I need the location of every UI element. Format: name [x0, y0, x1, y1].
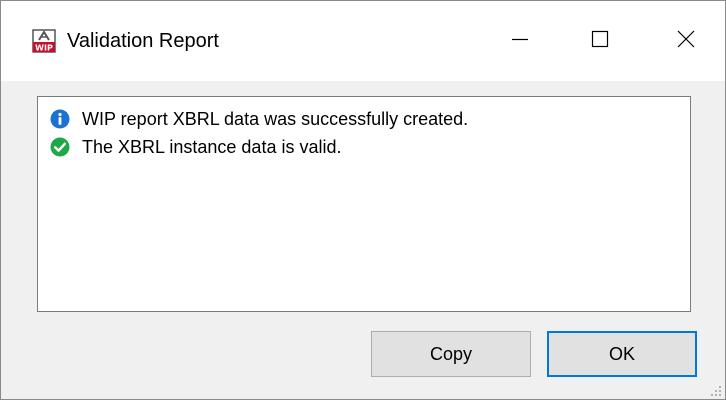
minimize-button[interactable] [497, 19, 543, 63]
info-icon [50, 109, 70, 129]
maximize-icon [590, 29, 610, 54]
ok-button[interactable]: OK [547, 331, 697, 377]
message-text: The XBRL instance data is valid. [82, 136, 342, 157]
message-list[interactable]: WIP report XBRL data was successfully cr… [37, 96, 691, 312]
copy-button[interactable]: Copy [371, 331, 531, 377]
list-item[interactable]: WIP report XBRL data was successfully cr… [50, 107, 468, 131]
window-title: Validation Report [67, 30, 219, 52]
list-item[interactable]: The XBRL instance data is valid. [50, 135, 341, 159]
check-circle-icon [50, 137, 70, 157]
svg-text:WIP: WIP [35, 44, 53, 53]
minimize-icon [510, 29, 530, 54]
maximize-button[interactable] [577, 19, 623, 63]
wip-app-icon: WIP [32, 29, 56, 53]
close-icon [676, 29, 696, 54]
close-button[interactable] [663, 19, 709, 63]
resize-grip-icon[interactable] [710, 384, 722, 396]
validation-report-dialog: WIP Validation Report WIP report XBRL da… [0, 0, 726, 400]
message-text: WIP report XBRL data was successfully cr… [82, 108, 469, 129]
title-bar[interactable]: WIP Validation Report [1, 1, 725, 81]
